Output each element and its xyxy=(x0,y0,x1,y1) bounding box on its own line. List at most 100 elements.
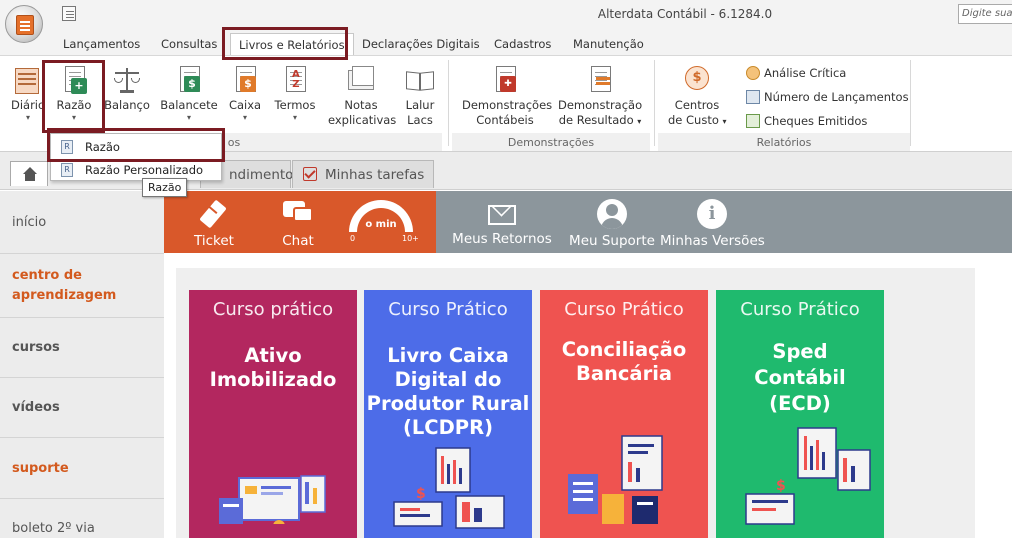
notas-explicativas-button[interactable]: Notas explicativas xyxy=(328,64,397,128)
info-icon: i xyxy=(697,199,727,229)
chat-button[interactable]: Chat xyxy=(270,199,326,249)
diario-button[interactable]: Diário ▾ xyxy=(8,64,48,123)
course-kicker: Curso prático xyxy=(212,299,334,320)
chevron-down-icon: ▾ xyxy=(292,113,297,122)
demo-group-label: Demonstrações xyxy=(507,136,595,149)
ticket-label: Ticket xyxy=(194,233,234,249)
menu-item-razao-personalizado[interactable]: R Razão Personalizado xyxy=(51,159,221,181)
course-illustration: $ xyxy=(745,427,871,525)
notas-label: Notas xyxy=(344,98,378,112)
analise-critica-button[interactable]: Análise Crítica xyxy=(746,66,846,80)
sidebar-item-centro-aprendizagem[interactable]: centro de aprendizagem xyxy=(12,266,122,306)
sidebar-item-inicio[interactable]: início xyxy=(12,215,46,230)
course-card-conciliacao-bancaria[interactable]: Curso Prático Conciliação Bancária xyxy=(540,290,708,538)
divider xyxy=(0,317,164,318)
meu-suporte-label: Meu Suporte xyxy=(569,233,655,249)
meus-retornos-button[interactable]: Meus Retornos xyxy=(452,196,552,247)
tab-cadastros[interactable]: Cadastros xyxy=(494,37,551,51)
tab-minhas-tarefas[interactable]: Minhas tarefas xyxy=(292,160,434,188)
calculator-icon[interactable] xyxy=(62,6,76,21)
caixa-button[interactable]: $ Caixa ▾ xyxy=(226,64,264,123)
cash-book-icon: $ xyxy=(230,64,260,96)
envelope-icon xyxy=(486,196,518,227)
chevron-down-icon: ▾ xyxy=(242,113,247,122)
home-icon[interactable] xyxy=(10,161,48,186)
de-resultado-label: de Resultado ▾ xyxy=(558,113,642,127)
course-card-ativo-imobilizado[interactable]: Curso prático Ativo Imobilizado xyxy=(189,290,357,538)
sidebar-item-cursos[interactable]: cursos xyxy=(12,340,60,355)
course-kicker: Curso Prático xyxy=(388,299,508,320)
course-illustration xyxy=(568,435,663,524)
lalur-lacs-button[interactable]: Lalur Lacs xyxy=(402,64,438,128)
explicativas-label: explicativas xyxy=(328,113,397,127)
divider xyxy=(0,437,164,438)
balanco-button[interactable]: Balanço xyxy=(104,64,150,113)
chevron-down-icon: ▾ xyxy=(722,117,727,126)
cheques-emitidos-label: Cheques Emitidos xyxy=(764,114,868,128)
balance-scale-icon xyxy=(112,64,142,96)
contabeis-label: Contábeis xyxy=(476,113,534,127)
tab-manutencao[interactable]: Manutenção xyxy=(573,37,644,51)
razao-doc-icon: R xyxy=(61,163,73,177)
banner-actions-orange: Ticket Chat o min 0 10+ xyxy=(164,191,436,253)
ticket-button[interactable]: Ticket xyxy=(186,199,242,249)
meu-suporte-button[interactable]: Meu Suporte xyxy=(566,199,658,249)
tab-lancamentos[interactable]: Lançamentos xyxy=(63,37,140,51)
tab-livros-relatorios[interactable]: Livros e Relatórios xyxy=(230,33,354,56)
razao-button[interactable]: + Razão ▾ xyxy=(52,64,96,123)
tab-declaracoes-digitais[interactable]: Declarações Digitais xyxy=(362,37,480,51)
group-separator xyxy=(654,60,655,146)
ticket-icon xyxy=(199,199,229,229)
divider xyxy=(0,377,164,378)
analise-critica-label: Análise Crítica xyxy=(764,66,847,80)
course-card-sped-contabil[interactable]: Curso Prático Sped Contábil (ECD) $ xyxy=(716,290,884,538)
sidebar-item-suporte[interactable]: suporte xyxy=(12,461,69,476)
balancete-button[interactable]: $ Balancete ▾ xyxy=(160,64,218,123)
books-group-label: os xyxy=(227,136,241,149)
search-input[interactable]: Digite sua xyxy=(958,4,1012,24)
tab-consultas[interactable]: Consultas xyxy=(161,37,217,51)
course-title-line: Produtor Rural xyxy=(366,392,530,415)
razao-label: Razão xyxy=(56,98,92,112)
course-title-line: Digital do xyxy=(394,368,502,391)
divider xyxy=(0,498,164,499)
cheques-emitidos-button[interactable]: Cheques Emitidos xyxy=(746,114,867,128)
menu-item-label: Razão Personalizado xyxy=(85,163,204,177)
entries-count-icon xyxy=(746,90,760,104)
minhas-versoes-button[interactable]: i Minhas Versões xyxy=(660,199,765,249)
gauge-max-label: 10+ xyxy=(402,234,419,243)
sidebar-item-boleto[interactable]: boleto 2º via xyxy=(12,521,95,536)
balancete-doc-icon: $ xyxy=(174,64,204,96)
window-title: Alterdata Contábil - 6.1284.0 xyxy=(597,7,773,21)
demonstracoes-label: Demonstrações xyxy=(462,98,553,112)
app-menu-button[interactable] xyxy=(5,5,43,43)
lacs-label: Lacs xyxy=(407,113,433,127)
sidebar-item-videos[interactable]: vídeos xyxy=(12,400,60,415)
wait-time-gauge: o min 0 10+ xyxy=(346,200,419,250)
centros-label: Centros xyxy=(674,98,720,112)
course-title-line: Conciliação xyxy=(561,338,687,361)
razao-ledger-icon: + xyxy=(59,64,89,96)
svg-text:$: $ xyxy=(776,478,786,494)
result-statement-icon xyxy=(585,64,615,96)
course-kicker: Curso Prático xyxy=(564,299,684,320)
termos-button[interactable]: AZ Termos ▾ xyxy=(272,64,318,123)
sidebar: início centro de aprendizagem cursos víd… xyxy=(0,191,164,538)
chevron-down-icon: ▾ xyxy=(186,113,191,122)
course-card-lcdpr[interactable]: Curso Prático Livro Caixa Digital do Pro… xyxy=(364,290,532,538)
demonstracao-resultado-button[interactable]: Demonstração de Resultado ▾ xyxy=(558,64,642,129)
title-bar: Alterdata Contábil - 6.1284.0 Digite sua xyxy=(0,0,1012,33)
books-group-bar xyxy=(222,133,442,151)
centros-de-custo-button[interactable]: $ Centros de Custo ▾ xyxy=(668,64,727,129)
cost-center-icon: $ xyxy=(682,64,712,96)
numero-lancamentos-label: Número de Lançamentos xyxy=(764,90,909,104)
reports-group-label: Relatórios xyxy=(756,136,812,149)
demonstrations-icon: ✚ xyxy=(490,64,520,96)
course-title-line: Sped xyxy=(772,340,828,363)
demonstracoes-contabeis-button[interactable]: ✚ Demonstrações Contábeis xyxy=(462,64,553,128)
numero-lancamentos-button[interactable]: Número de Lançamentos xyxy=(746,90,909,104)
menu-item-razao[interactable]: R Razão xyxy=(51,136,221,158)
critical-analysis-icon xyxy=(746,66,760,80)
chat-bubble-icon xyxy=(281,199,315,229)
minhas-versoes-label: Minhas Versões xyxy=(660,233,765,249)
